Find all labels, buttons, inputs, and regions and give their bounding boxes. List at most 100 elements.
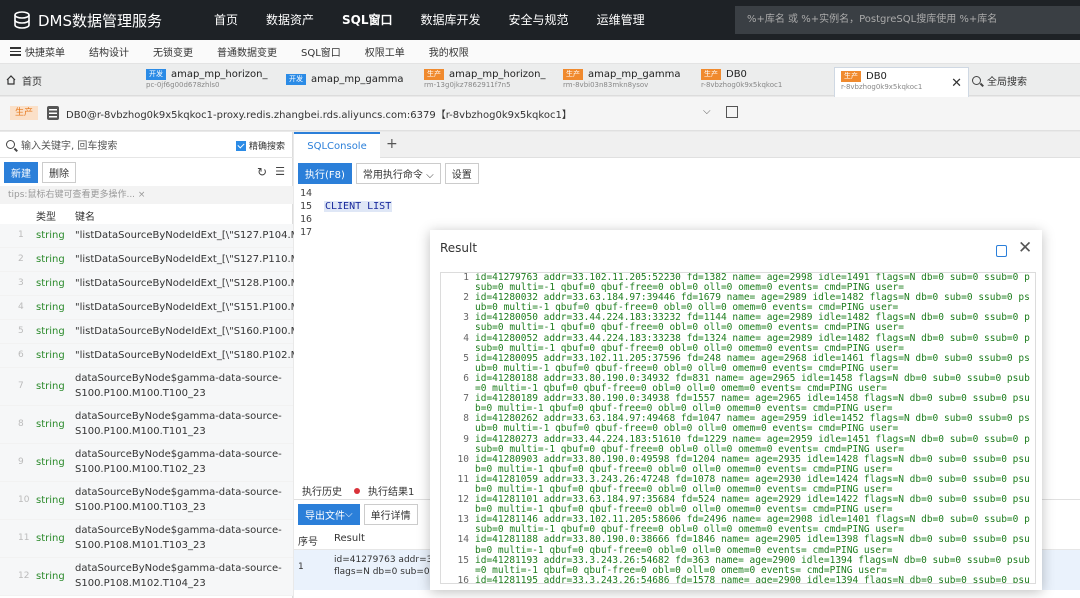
row-detail-button[interactable]: 单行详情 [363, 504, 418, 525]
sub-menu-sql-window[interactable]: SQL窗口 [289, 44, 353, 59]
table-row[interactable]: 9 string dataSourceByNode$gamma-data-sourc… [0, 444, 293, 482]
tab-db-4[interactable]: 生产 amap_mp_gamma rm-8vbi03n83mkn8ysov [557, 66, 693, 96]
tab-result-1[interactable]: 执行结果1 [354, 483, 414, 498]
export-file-button[interactable]: 导出文件 ⌵ [298, 504, 360, 525]
connection-string[interactable]: DB0@r-8vbzhog0k9x5kqkoc1-proxy.redis.zha… [66, 106, 572, 121]
table-row[interactable]: 10 string dataSourceByNode$gamma-data-sour… [0, 482, 293, 520]
env-tag: 开发 [146, 69, 166, 80]
row-value-line2: flags=N db=0 sub=0 s [334, 567, 434, 577]
line-number: 15 [457, 554, 469, 566]
tab-db-name: amap_mp_horizon_ [171, 69, 268, 80]
tab-db-instance: rm-13g0jkz7862911f7n5 [424, 81, 511, 89]
table-row[interactable]: 11 string dataSourceByNode$gamma-data-sour… [0, 520, 293, 558]
top-menu-db-dev[interactable]: 数据库开发 [407, 0, 495, 40]
top-search-input[interactable]: %+库名 或 %+实例名，PostgreSQL搜库使用 %+库名 [735, 6, 1080, 34]
key-search-input[interactable]: 输入关键字, 回车搜索 精确搜索 [0, 132, 293, 158]
line-number: 14 [457, 534, 469, 546]
row-key-line2: S100.P100.M100.T101_23 [75, 426, 206, 437]
tab-db-2[interactable]: 开发 amap_mp_gamma [280, 66, 415, 96]
top-menu-home[interactable]: 首页 [200, 0, 252, 40]
table-row[interactable]: 2 string "listDataSourceByNodeIdExt_[\"S12… [0, 248, 315, 272]
database-icon [47, 106, 59, 120]
tab-db-name: amap_mp_gamma [311, 74, 404, 85]
table-row[interactable]: 5 string "listDataSourceByNodeIdExt_[\"S16… [0, 320, 315, 344]
top-nav: DMS数据管理服务 首页 数据资产 SQL窗口 数据库开发 安全与规范 运维管理… [0, 0, 1080, 40]
copy-icon[interactable] [996, 245, 1007, 257]
sub-menu-lockless[interactable]: 无锁变更 [141, 44, 205, 59]
copy-icon[interactable] [726, 106, 738, 118]
sub-menu-my-permission[interactable]: 我的权限 [417, 44, 481, 59]
line-text: id=41280050 addr=33.44.224.183:33232 fd=… [475, 312, 1030, 334]
top-menu-sql-window[interactable]: SQL窗口 [328, 0, 407, 40]
col-result: Result [334, 533, 365, 544]
table-row[interactable]: 8 string dataSourceByNode$gamma-data-sourc… [0, 406, 293, 444]
key-browser-panel: 输入关键字, 回车搜索 精确搜索 新建 删除 ↻ ☰ tips:鼠标右键可查看更… [0, 132, 315, 598]
table-row[interactable]: 6 string "listDataSourceByNodeIdExt_[\"S18… [0, 344, 315, 368]
result-text[interactable]: 1 id=41279763 addr=33.102.11.205:52230 fd… [440, 272, 1036, 584]
chevron-down-icon[interactable]: ⌵ [703, 106, 711, 117]
row-key-line1: dataSourceByNode$gamma-data-source- [75, 487, 282, 498]
sub-menu-schema[interactable]: 结构设计 [77, 44, 141, 59]
result-line: 12 id=41281101 addr=33.63.184.97:35684 fd… [441, 494, 1035, 516]
row-index: 10 [18, 495, 30, 505]
top-menu-ops[interactable]: 运维管理 [583, 0, 659, 40]
global-search-button[interactable]: 全局搜索 [972, 64, 1027, 96]
result-line: 11 id=41281059 addr=33.3.243.26:47248 fd=… [441, 473, 1035, 495]
table-row[interactable]: 7 string dataSourceByNode$gamma-data-sourc… [0, 368, 293, 406]
close-icon[interactable]: ✕ [951, 76, 962, 91]
env-tag: 生产 [701, 69, 721, 80]
execute-button[interactable]: 执行(F8) [298, 162, 352, 184]
line-text: id=41281101 addr=33.63.184.97:35684 fd=5… [475, 494, 1030, 516]
tab-db-6-active[interactable]: 生产 DB0 r-8vbzhog0k9x5kqkoc1 ✕ [834, 67, 969, 97]
table-row[interactable]: 3 string "listDataSourceByNodeIdExt_[\"S12… [0, 272, 315, 296]
sub-menu-quick-label: 快捷菜单 [25, 48, 65, 59]
row-value: id=41279763 addr=33. flags=N db=0 sub=0 s [334, 554, 434, 578]
exact-search-checkbox[interactable]: 精确搜索 [235, 139, 285, 152]
row-index: 7 [18, 381, 24, 391]
result-line: 1 id=41279763 addr=33.102.11.205:52230 fd… [441, 273, 1035, 293]
add-tab-icon[interactable]: + [386, 136, 398, 152]
tab-history[interactable]: 执行历史 [302, 483, 342, 498]
tab-sql-console[interactable]: SQLConsole [294, 132, 380, 158]
search-icon [972, 75, 981, 85]
refresh-icon[interactable]: ↻ [257, 165, 267, 179]
row-index: 3 [18, 278, 24, 288]
line-number: 1 [463, 272, 469, 283]
env-tag: 生产 [424, 69, 444, 80]
row-key: "listDataSourceByNodeIdExt_[\"S180.P102.… [75, 350, 316, 361]
tab-db-instance: rm-8vbi03n83mkn8ysov [563, 81, 649, 89]
top-menu-security[interactable]: 安全与规范 [495, 0, 583, 40]
new-key-button[interactable]: 新建 [4, 161, 38, 183]
delete-key-button[interactable]: 删除 [42, 161, 76, 183]
tab-db-1[interactable]: 开发 amap_mp_horizon_ pc-0jf6g00d678zhls0 [140, 66, 278, 96]
sub-menu-data-change[interactable]: 普通数据变更 [205, 44, 289, 59]
sub-menu-quick[interactable]: 快捷菜单 [0, 44, 77, 59]
table-row[interactable]: 12 string dataSourceByNode$gamma-data-sour… [0, 558, 293, 596]
tab-db-3[interactable]: 生产 amap_mp_horizon_ rm-13g0jkz7862911f7n5 [418, 66, 556, 96]
tab-db-5[interactable]: 生产 DB0 r-8vbzhog0k9x5kqkoc1 [695, 66, 831, 96]
tips-banner: tips:鼠标右键可查看更多操作... × [0, 186, 293, 204]
list-icon[interactable]: ☰ [275, 165, 285, 178]
common-commands-dropdown[interactable]: 常用执行命令 ⌵ [355, 162, 441, 184]
sub-menu-permission-ticket[interactable]: 权限工单 [353, 44, 417, 59]
row-type: string [36, 302, 65, 313]
row-index: 8 [18, 419, 24, 429]
tab-db-instance: pc-0jf6g00d678zhls0 [146, 81, 220, 89]
table-row[interactable]: 4 string "listDataSourceByNodeIdExt_[\"S15… [0, 296, 315, 320]
key-list: 1 string "listDataSourceByNodeIdExt_[\"S12… [0, 224, 315, 596]
settings-button[interactable]: 设置 [444, 162, 479, 184]
line-number: 11 [457, 473, 469, 485]
tab-db-instance: r-8vbzhog0k9x5kqkoc1 [701, 81, 783, 89]
table-row[interactable]: 1 string "listDataSourceByNodeIdExt_[\"S12… [0, 224, 315, 248]
tab-home[interactable]: 首页 [0, 64, 140, 96]
result-line: 15 id=41281193 addr=33.3.243.26:54682 fd=… [441, 554, 1035, 576]
close-icon[interactable]: ✕ [1018, 238, 1032, 258]
brand[interactable]: DMS数据管理服务 [0, 10, 200, 31]
line-number: 16 [300, 214, 313, 225]
row-type: string [36, 533, 65, 544]
row-key-line1: dataSourceByNode$gamma-data-source- [75, 411, 282, 422]
line-text: id=41280188 addr=33.80.190.0:34932 fd=83… [475, 372, 1030, 395]
line-number: 5 [463, 352, 469, 364]
row-key: dataSourceByNode$gamma-data-source- S100.… [75, 409, 282, 439]
top-menu-data-assets[interactable]: 数据资产 [252, 0, 328, 40]
